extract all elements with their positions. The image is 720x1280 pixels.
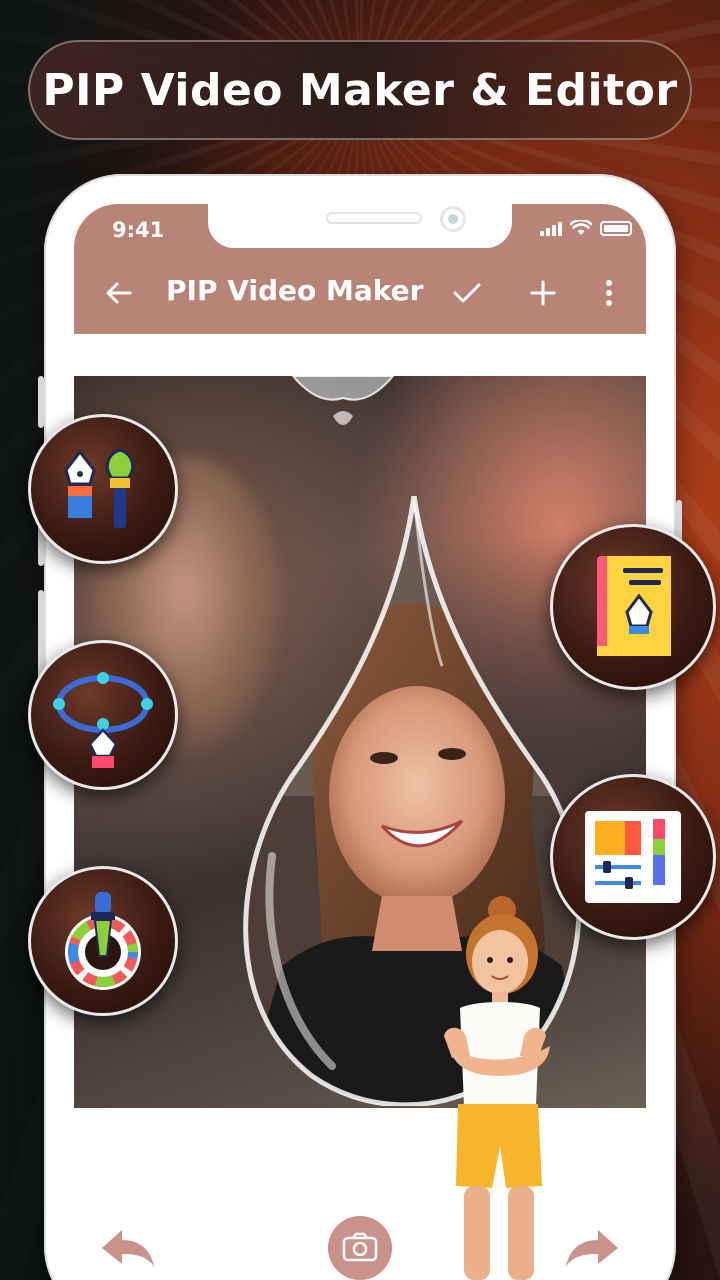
check-icon[interactable] bbox=[450, 276, 484, 310]
pen-brush-icon bbox=[64, 448, 135, 528]
design-book-icon bbox=[597, 556, 671, 656]
arrow-left-icon[interactable] bbox=[102, 276, 136, 310]
app-toolbar: PIP Video Maker bbox=[74, 250, 646, 334]
undo-arrow-icon[interactable] bbox=[98, 1226, 158, 1270]
color-wheel-icon bbox=[65, 892, 141, 990]
status-icons bbox=[540, 220, 632, 236]
water-drip bbox=[291, 376, 395, 425]
redo-arrow-icon[interactable] bbox=[562, 1226, 622, 1270]
wifi-icon bbox=[570, 220, 592, 235]
status-time: 9:41 bbox=[112, 218, 165, 242]
camera-button[interactable] bbox=[328, 1216, 392, 1280]
feature-design-book[interactable] bbox=[550, 524, 716, 690]
feature-vector-path[interactable] bbox=[28, 640, 178, 790]
bottom-action-bar bbox=[74, 1140, 646, 1280]
phone-side-button bbox=[38, 376, 44, 428]
phone-notch bbox=[208, 204, 512, 248]
promo-banner: PIP Video Maker & Editor bbox=[28, 40, 692, 140]
toolbar-title: PIP Video Maker bbox=[166, 274, 424, 307]
camera-icon bbox=[342, 1232, 378, 1262]
banner-title: PIP Video Maker & Editor bbox=[42, 64, 678, 116]
feature-color-picker[interactable] bbox=[28, 866, 178, 1016]
more-vertical-icon[interactable] bbox=[592, 276, 626, 310]
feature-adjust-panel[interactable] bbox=[550, 774, 716, 940]
battery-icon bbox=[600, 221, 632, 236]
cartoon-character bbox=[444, 896, 550, 1280]
bezier-pen-icon bbox=[53, 672, 153, 768]
plus-icon[interactable] bbox=[526, 276, 560, 310]
status-bar: 9:41 bbox=[74, 204, 646, 250]
sliders-panel-icon bbox=[585, 811, 681, 903]
front-camera bbox=[440, 206, 466, 232]
feature-pen-brush[interactable] bbox=[28, 414, 178, 564]
signal-icon bbox=[540, 222, 562, 236]
speaker-grille bbox=[326, 212, 422, 224]
